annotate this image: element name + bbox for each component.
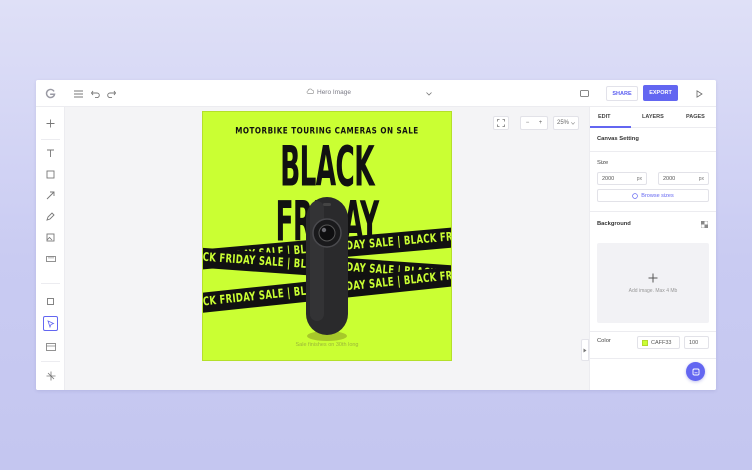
design-canvas[interactable]: MOTORBIKE TOURING CAMERAS ON SALE BLACK … bbox=[202, 111, 452, 361]
tab-layers[interactable]: LAYERS bbox=[642, 114, 664, 120]
height-value: 2000 bbox=[663, 175, 676, 182]
pen-tool-icon[interactable] bbox=[44, 210, 57, 223]
zoom-out-button[interactable]: − bbox=[520, 116, 534, 130]
export-button[interactable]: EXPORT bbox=[643, 85, 678, 101]
browse-sizes-icon bbox=[632, 192, 639, 199]
undo-icon[interactable] bbox=[90, 88, 101, 99]
fit-screen-icon bbox=[497, 119, 505, 127]
tool-sidebar bbox=[36, 107, 65, 390]
document-title-text: Hero Image bbox=[317, 88, 351, 96]
divider bbox=[590, 331, 716, 332]
browse-sizes-label: Browse sizes bbox=[641, 192, 674, 199]
add-image-plus-icon bbox=[648, 273, 658, 282]
add-image-dropzone[interactable]: Add image. Max 4 Mb bbox=[597, 243, 709, 323]
comment-icon[interactable] bbox=[579, 88, 590, 99]
arrow-tool-icon[interactable] bbox=[44, 189, 57, 202]
width-field[interactable]: 2000 px bbox=[597, 172, 647, 185]
divider bbox=[590, 211, 716, 212]
editor-window: Hero Image SHARE EXPORT − + 25% MOTORBIK… bbox=[36, 80, 716, 390]
add-icon[interactable] bbox=[44, 117, 57, 130]
collapse-arrow-icon bbox=[583, 348, 587, 352]
fit-screen-button[interactable] bbox=[493, 116, 509, 130]
document-title[interactable]: Hero Image bbox=[306, 88, 351, 96]
browse-sizes-button[interactable]: Browse sizes bbox=[597, 189, 709, 202]
title-chevron-down-icon[interactable] bbox=[424, 89, 433, 98]
share-button[interactable]: SHARE bbox=[606, 86, 638, 101]
divider bbox=[41, 283, 60, 284]
divider bbox=[41, 139, 60, 140]
image-tool-icon[interactable] bbox=[44, 231, 57, 244]
component-tool-icon[interactable] bbox=[44, 340, 57, 353]
divider bbox=[590, 151, 716, 152]
color-hex-value: CAFF33 bbox=[651, 339, 672, 346]
redo-icon[interactable] bbox=[106, 88, 117, 99]
background-label: Background bbox=[597, 221, 631, 227]
canvas-setting-title: Canvas Setting bbox=[597, 136, 639, 142]
rectangle-tool-icon[interactable] bbox=[44, 168, 57, 181]
panel-tabs: EDIT LAYERS PAGES bbox=[590, 107, 716, 128]
panel-collapse-handle[interactable] bbox=[581, 339, 589, 361]
plugins-icon[interactable] bbox=[44, 369, 57, 382]
active-tab-indicator bbox=[590, 126, 631, 128]
color-swatch[interactable] bbox=[642, 339, 648, 346]
ruler-tool-icon[interactable] bbox=[44, 252, 57, 265]
product-camera-image[interactable] bbox=[302, 195, 352, 341]
divider bbox=[41, 361, 60, 362]
transparency-grid-icon[interactable] bbox=[700, 220, 708, 228]
opacity-value: 100 bbox=[689, 339, 699, 346]
select-tool-icon[interactable] bbox=[43, 316, 58, 331]
width-value: 2000 bbox=[602, 175, 615, 182]
height-field[interactable]: 2000 px bbox=[658, 172, 709, 185]
height-unit: px bbox=[698, 175, 704, 182]
zoom-chevron-down-icon bbox=[571, 121, 575, 125]
app-logo[interactable] bbox=[44, 87, 57, 100]
tab-pages[interactable]: PAGES bbox=[686, 114, 705, 120]
zoom-level-value: 25% bbox=[556, 120, 569, 126]
add-image-hint: Add image. Max 4 Mb bbox=[628, 287, 678, 294]
divider bbox=[590, 358, 716, 359]
properties-panel: EDIT LAYERS PAGES Canvas Setting Size 20… bbox=[589, 107, 716, 390]
opacity-field[interactable]: 100 bbox=[684, 336, 709, 349]
color-label: Color bbox=[597, 338, 611, 344]
text-tool-icon[interactable] bbox=[44, 147, 57, 160]
frame-tool-icon[interactable] bbox=[44, 295, 57, 308]
menu-icon[interactable] bbox=[73, 88, 84, 99]
zoom-level-select[interactable]: 25% bbox=[553, 116, 579, 130]
top-toolbar: Hero Image SHARE EXPORT bbox=[36, 80, 716, 107]
design-footnote[interactable]: Sale finishes on 30th long bbox=[203, 342, 451, 348]
width-unit: px bbox=[636, 175, 642, 182]
canvas-workspace: − + 25% MOTORBIKE TOURING CAMERAS ON SAL… bbox=[65, 107, 589, 390]
play-icon[interactable] bbox=[694, 88, 705, 99]
cloud-icon bbox=[306, 88, 315, 96]
color-hex-field[interactable]: CAFF33 bbox=[637, 336, 680, 349]
zoom-in-button[interactable]: + bbox=[534, 116, 548, 130]
tab-edit[interactable]: EDIT bbox=[598, 114, 611, 120]
chat-support-button[interactable] bbox=[686, 362, 705, 381]
size-label: Size bbox=[597, 160, 609, 166]
chat-icon bbox=[692, 368, 699, 375]
